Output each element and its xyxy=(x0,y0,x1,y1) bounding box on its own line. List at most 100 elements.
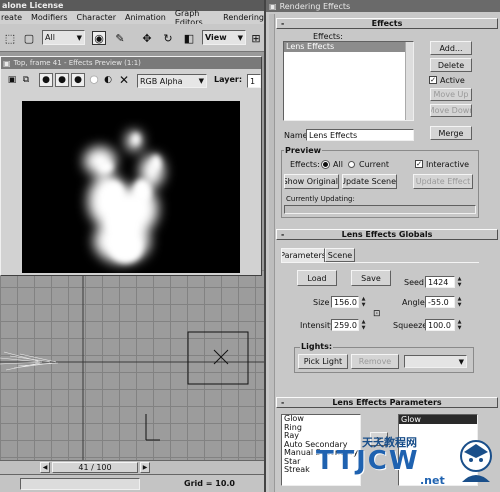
delete-button[interactable]: Delete xyxy=(430,58,472,72)
globals-rollout-header[interactable]: - Lens Effects Globals xyxy=(276,229,498,240)
alpha-channel-icon[interactable]: ● xyxy=(87,73,101,87)
menu-animation[interactable]: Animation xyxy=(125,13,166,22)
angle-field[interactable]: -55.0 xyxy=(425,296,455,308)
show-original-button[interactable]: Show Original xyxy=(284,174,339,189)
select-by-name-icon[interactable]: ◉ xyxy=(92,31,106,45)
active-label: Active xyxy=(440,76,465,85)
seed-spinner[interactable]: ▲ ▼ xyxy=(456,276,463,288)
current-radio[interactable] xyxy=(348,161,355,168)
intensity-field[interactable]: 259.0 xyxy=(331,319,359,331)
list-scrollbar[interactable] xyxy=(405,42,413,120)
update-scene-button[interactable]: Update Scene xyxy=(342,174,397,189)
menu-bar: reate Modifiers Character Animation Grap… xyxy=(0,9,264,27)
chevron-down-icon: ▼ xyxy=(237,33,243,42)
watermark-brand: TTJCW xyxy=(316,446,420,476)
pivot-icon[interactable]: ⊞ xyxy=(249,31,263,45)
next-frame-button[interactable]: ▶ xyxy=(140,462,150,473)
seed-field[interactable]: 1424 xyxy=(425,276,455,288)
chevron-down-icon: ▼ xyxy=(458,357,464,366)
effects-list[interactable]: Lens Effects xyxy=(283,41,414,121)
add-button[interactable]: Add... xyxy=(430,41,472,55)
selection-filter-dropdown[interactable]: All ▼ xyxy=(42,30,85,45)
load-button[interactable]: Load xyxy=(297,270,337,286)
menu-create[interactable]: reate xyxy=(1,13,22,22)
layer-field[interactable]: 1 xyxy=(247,74,261,88)
main-toolbar: ⬚ ▢ All ▼ ◉ ✎ ✥ ↻ ◧ View ▼ ⊞ xyxy=(0,24,264,52)
green-channel-icon[interactable]: ● xyxy=(55,73,69,87)
move-down-button[interactable]: Move Down xyxy=(430,104,472,117)
blue-channel-icon[interactable]: ● xyxy=(71,73,85,87)
current-label: Current xyxy=(359,160,390,169)
collapse-icon: - xyxy=(281,19,285,28)
menu-rendering[interactable]: Rendering xyxy=(223,13,264,22)
squeeze-spinner[interactable]: ▲ ▼ xyxy=(456,319,463,331)
angle-label: Angle xyxy=(402,298,425,307)
rotate-icon[interactable]: ↻ xyxy=(161,31,175,45)
size-label: Size xyxy=(313,298,330,307)
lock-icon[interactable]: ⊡ xyxy=(373,309,381,319)
coord-system-dropdown[interactable]: View ▼ xyxy=(202,30,246,45)
interactive-checkbox[interactable]: ✓ xyxy=(415,160,423,168)
angle-spinner[interactable]: ▲ ▼ xyxy=(456,296,463,308)
size-spinner[interactable]: ▲ ▼ xyxy=(360,296,367,308)
preview-title: Top, frame 41 - Effects Preview (1:1) xyxy=(13,59,141,67)
update-progress-bar xyxy=(284,205,476,214)
viewport[interactable] xyxy=(0,270,264,460)
scale-icon[interactable]: ◧ xyxy=(182,31,196,45)
watermark-logo: 天天教程网 TTJCW .net xyxy=(316,432,500,492)
select-object-icon[interactable]: ⬚ xyxy=(3,31,17,45)
effects-rollout-header[interactable]: - Effects xyxy=(276,18,498,29)
tab-parameters[interactable]: Parameters xyxy=(281,248,325,262)
teacher-mascot-icon xyxy=(460,440,492,482)
wand-icon[interactable]: ✎ xyxy=(113,31,127,45)
effect-name-field[interactable]: Lens Effects xyxy=(306,129,414,141)
viewport-scene xyxy=(0,270,264,460)
update-effect-button[interactable]: Update Effect xyxy=(413,174,473,189)
active-checkbox[interactable]: ✓ xyxy=(429,76,437,84)
save-icon[interactable]: ▣ xyxy=(5,73,19,87)
all-radio[interactable] xyxy=(322,161,329,168)
channel-dropdown[interactable]: RGB Alpha ▼ xyxy=(137,74,207,88)
tab-scene[interactable]: Scene xyxy=(325,248,355,262)
dialog-title: Rendering Effects xyxy=(279,1,351,11)
mono-icon[interactable]: ◐ xyxy=(101,73,115,87)
list-item[interactable]: Lens Effects xyxy=(284,42,405,52)
select-region-icon[interactable]: ▢ xyxy=(22,31,36,45)
coord-system-value: View xyxy=(205,33,227,42)
collapse-icon: - xyxy=(281,230,285,239)
channel-value: RGB Alpha xyxy=(140,76,183,86)
remove-button[interactable]: Remove xyxy=(351,354,399,369)
glow-render xyxy=(84,131,164,263)
main-title-bar: alone License xyxy=(0,0,264,11)
merge-button[interactable]: Merge xyxy=(430,126,472,140)
rollout-scrollbar[interactable] xyxy=(269,14,275,492)
frame-counter[interactable]: 41 / 100 xyxy=(52,462,138,473)
copy-icon[interactable]: ⧉ xyxy=(19,73,33,87)
red-channel-icon[interactable]: ● xyxy=(39,73,53,87)
preview-image xyxy=(22,101,240,273)
effects-list-label: Effects: xyxy=(313,32,343,41)
save-button[interactable]: Save xyxy=(351,270,391,286)
params-rollout-header[interactable]: - Lens Effects Parameters xyxy=(276,397,498,408)
move-up-button[interactable]: Move Up xyxy=(430,88,472,101)
collapse-icon: - xyxy=(281,398,285,407)
dialog-title-bar: ▣ Rendering Effects xyxy=(266,0,500,12)
prev-frame-button[interactable]: ◀ xyxy=(40,462,50,473)
menu-character[interactable]: Character xyxy=(77,13,117,22)
grid-status: Grid = 10.0 xyxy=(184,479,235,488)
intensity-spinner[interactable]: ▲ ▼ xyxy=(360,319,367,331)
move-icon[interactable]: ✥ xyxy=(140,31,154,45)
intensity-label: Intensity xyxy=(300,321,335,330)
size-field[interactable]: 156.0 xyxy=(331,296,359,308)
pick-light-button[interactable]: Pick Light xyxy=(298,354,348,369)
time-slider[interactable]: ◀ 41 / 100 ▶ xyxy=(0,460,264,474)
clear-icon[interactable]: ✕ xyxy=(117,73,131,87)
preview-effects-label: Effects: xyxy=(290,160,320,169)
list-item[interactable]: Glow xyxy=(399,415,477,424)
preview-title-bar: ▣ Top, frame 41 - Effects Preview (1:1) xyxy=(1,57,261,69)
status-bar: Grid = 10.0 xyxy=(0,474,264,492)
squeeze-field[interactable]: 100.0 xyxy=(425,319,455,331)
lights-dropdown[interactable]: ▼ xyxy=(404,355,467,368)
menu-modifiers[interactable]: Modifiers xyxy=(31,13,68,22)
chevron-down-icon: ▼ xyxy=(198,77,204,85)
